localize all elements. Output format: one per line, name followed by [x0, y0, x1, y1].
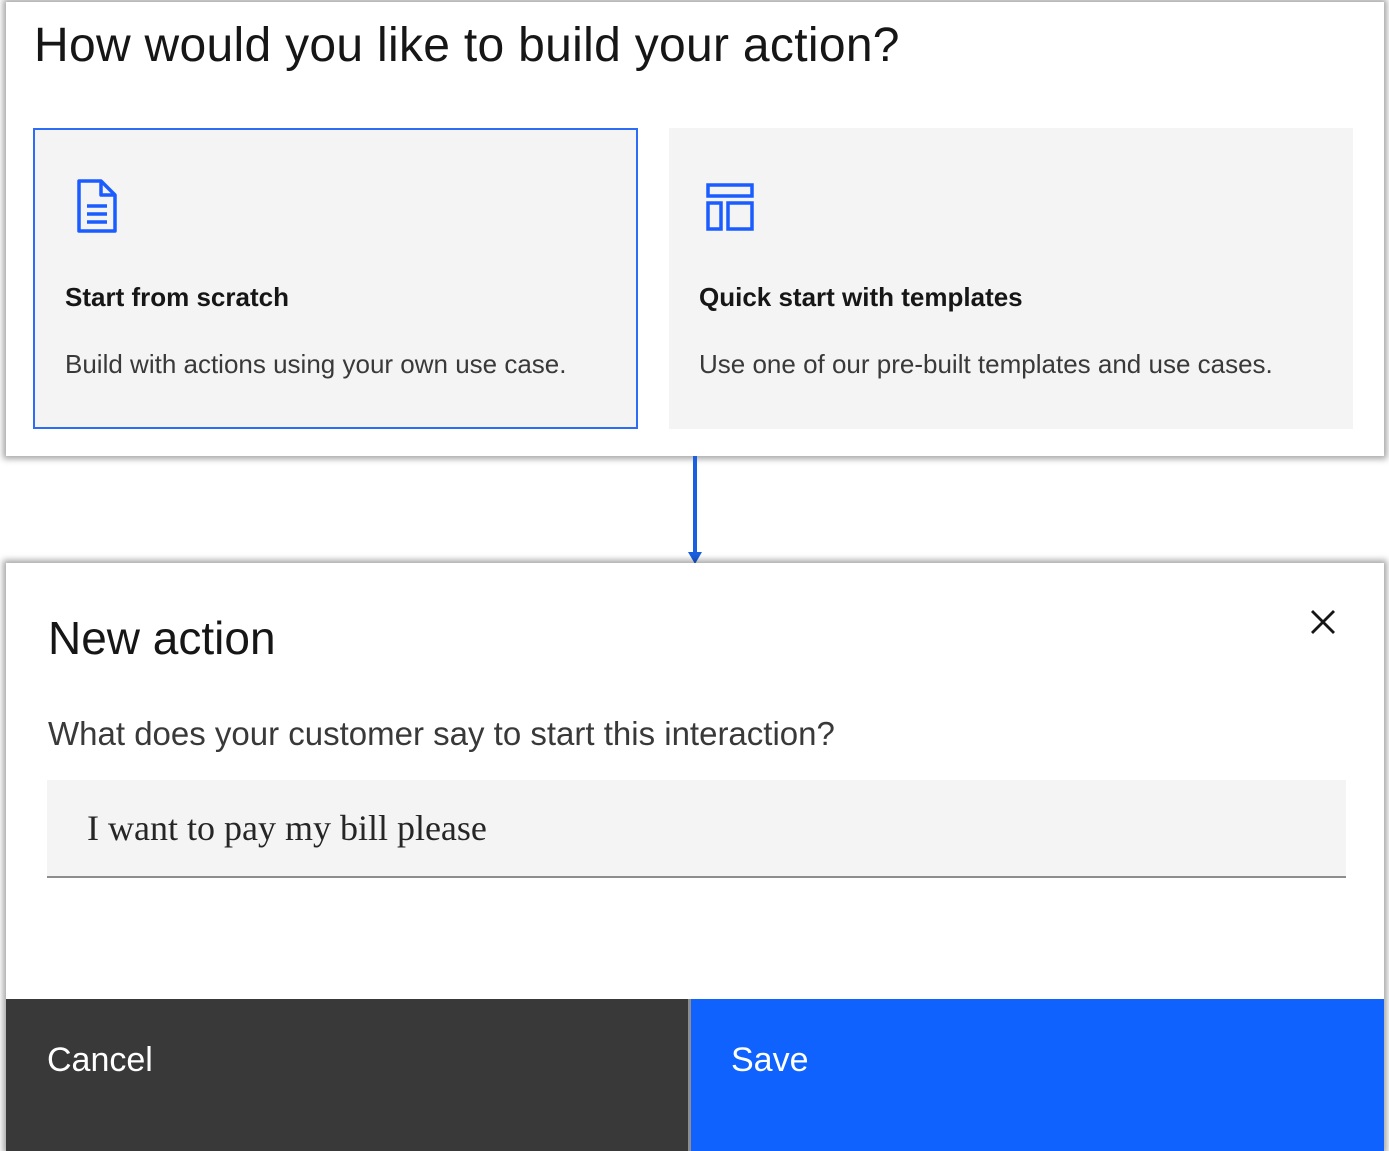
build-choice-panel: How would you like to build your action?… — [6, 2, 1384, 456]
quick-start-templates-title: Quick start with templates — [699, 282, 1023, 312]
start-from-scratch-description: Build with actions using your own use ca… — [65, 349, 567, 379]
connector-line — [693, 456, 697, 556]
close-button[interactable] — [1296, 597, 1350, 651]
template-icon — [705, 182, 754, 238]
document-icon — [73, 178, 121, 234]
modal-footer: Cancel Save — [6, 999, 1384, 1151]
screenshot-stage: How would you like to build your action?… — [0, 0, 1389, 1151]
cancel-button[interactable]: Cancel — [6, 999, 691, 1151]
quick-start-templates-tile[interactable]: Quick start with templates Use one of ou… — [669, 128, 1353, 429]
customer-prompt-label: What does your customer say to start thi… — [48, 715, 835, 752]
close-icon — [1309, 608, 1337, 641]
customer-prompt-input[interactable] — [47, 780, 1346, 878]
start-from-scratch-tile[interactable]: Start from scratch Build with actions us… — [33, 128, 638, 429]
start-from-scratch-title: Start from scratch — [65, 282, 289, 312]
modal-title: New action — [48, 612, 276, 664]
save-button[interactable]: Save — [691, 999, 1384, 1151]
quick-start-templates-description: Use one of our pre-built templates and u… — [699, 349, 1273, 379]
build-choice-title: How would you like to build your action? — [34, 19, 900, 72]
new-action-modal: New action What does your customer say t… — [6, 563, 1384, 1151]
